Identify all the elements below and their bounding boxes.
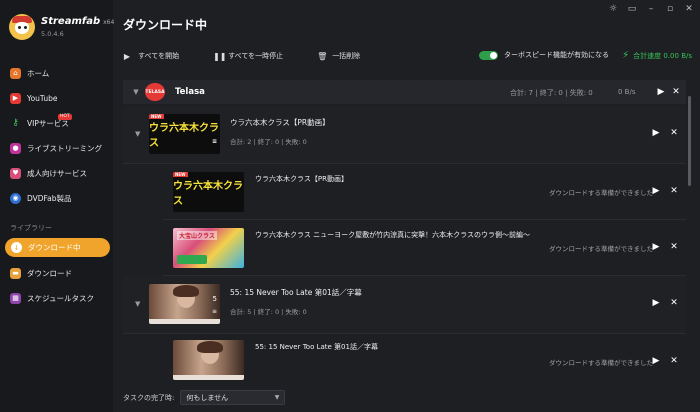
sidebar-item-adult[interactable]: ♥ 成人向けサービス bbox=[0, 162, 113, 184]
service-speed: 0 B/s bbox=[618, 88, 636, 96]
collapse-caret-icon[interactable]: ▼ bbox=[135, 130, 140, 138]
turbo-toggle[interactable] bbox=[479, 50, 498, 60]
list-item[interactable]: 55: 15 Never Too Late 第01話／字幕 ダウンロードする準備… bbox=[163, 334, 686, 386]
minimize-icon[interactable]: – bbox=[646, 4, 656, 14]
sidebar-item-live[interactable]: ● ライブストリーミング bbox=[0, 137, 113, 159]
group-row[interactable]: ▼ 5 ≡ 55: 15 Never Too Late 第01話／字幕 合計: … bbox=[123, 276, 686, 334]
pause-icon: ❚❚ bbox=[213, 51, 227, 61]
sidebar: Streamfab x64 5.0.4.6 ⌂ ホーム ▶ YouTube ⚷ V… bbox=[0, 0, 115, 412]
schedule-icon: ▦ bbox=[10, 292, 21, 304]
close-icon[interactable]: ✕ bbox=[669, 128, 679, 138]
maximize-icon[interactable]: ▫ bbox=[665, 4, 675, 14]
close-icon[interactable]: ✕ bbox=[669, 186, 679, 196]
service-name: Telasa bbox=[175, 87, 205, 97]
library-section-label: ライブラリー bbox=[10, 224, 52, 232]
close-window-icon[interactable]: ✕ bbox=[684, 4, 694, 14]
sidebar-item-schedule[interactable]: ▦ スケジュールタスク bbox=[0, 287, 113, 309]
start-all-button[interactable]: ▶ すべてを開始 bbox=[123, 51, 179, 61]
close-icon[interactable]: ✕ bbox=[669, 242, 679, 252]
item-title: ウラ六本木クラス【PR動画】 bbox=[255, 175, 348, 183]
group-thumbnail: NEW ウラ六本木クラス ≡ bbox=[149, 114, 220, 154]
footer: タスクの完了時: 何もしません ▼ bbox=[123, 389, 286, 406]
collapse-caret-icon[interactable]: ▼ bbox=[135, 300, 140, 308]
turbo-speed: ターボスピード機能が有効になる bbox=[479, 50, 609, 60]
play-icon: ▶ bbox=[123, 51, 131, 61]
service-row[interactable]: ▼ TELASA Telasa 合計: 7 | 終了: 0 | 失敗: 0 0 … bbox=[123, 80, 686, 104]
key-icon: ⚷ bbox=[12, 118, 19, 128]
hot-badge: HOT bbox=[58, 114, 72, 120]
toolbar: ▶ すべてを開始 ❚❚ すべてを一時停止 🗑 一括削除 ターボスピード機能が有効… bbox=[123, 47, 695, 65]
item-status: ダウンロードする準備ができました bbox=[549, 189, 653, 197]
play-icon[interactable]: ▶ bbox=[651, 298, 661, 308]
close-icon[interactable]: ✕ bbox=[669, 356, 679, 366]
item-status: ダウンロードする準備ができました bbox=[549, 245, 653, 253]
group-title: 55: 15 Never Too Late 第01話／字幕 bbox=[230, 288, 362, 297]
item-title: 55: 15 Never Too Late 第01話／字幕 bbox=[255, 343, 378, 351]
item-thumbnail: 大宝山クラス bbox=[173, 228, 244, 268]
list-icon: ≡ bbox=[211, 308, 217, 315]
close-icon[interactable]: ✕ bbox=[669, 298, 679, 308]
item-thumbnail: NEW ウラ六本木クラス bbox=[173, 172, 244, 212]
app-version: 5.0.4.6 bbox=[41, 30, 64, 38]
pause-all-button[interactable]: ❚❚ すべてを一時停止 bbox=[213, 51, 283, 61]
group-thumbnail: 5 ≡ bbox=[149, 284, 220, 324]
scrollbar[interactable] bbox=[688, 96, 691, 186]
window-controls: ☼ ▭ – ▫ ✕ bbox=[608, 4, 694, 14]
list-item[interactable]: NEW ウラ六本木クラス ウラ六本木クラス【PR動画】 ダウンロードする準備がで… bbox=[163, 164, 686, 220]
sidebar-item-home[interactable]: ⌂ ホーム bbox=[0, 62, 113, 84]
episode-count: 5 bbox=[212, 295, 217, 303]
telasa-logo: TELASA bbox=[145, 83, 165, 101]
live-icon: ● bbox=[10, 142, 21, 154]
youtube-icon: ▶ bbox=[10, 92, 21, 104]
play-icon[interactable]: ▶ bbox=[651, 128, 661, 138]
sidebar-item-youtube[interactable]: ▶ YouTube bbox=[0, 87, 113, 109]
sidebar-item-downloading[interactable]: ↓ ダウンロード中 bbox=[5, 238, 110, 257]
trash-icon: 🗑 bbox=[317, 51, 328, 61]
item-thumbnail bbox=[173, 340, 244, 380]
sidebar-item-downloaded[interactable]: ▬ ダウンロード bbox=[0, 262, 113, 284]
theme-icon[interactable]: ☼ bbox=[608, 4, 618, 14]
play-icon[interactable]: ▶ bbox=[651, 242, 661, 252]
list-icon: ≡ bbox=[211, 138, 217, 145]
group-stats: 合計: 5 | 終了: 0 | 失敗: 0 bbox=[230, 308, 307, 316]
group-title: ウラ六本木クラス【PR動画】 bbox=[230, 118, 330, 127]
page-title: ダウンロード中 bbox=[123, 18, 208, 32]
on-complete-select[interactable]: 何もしません ▼ bbox=[180, 390, 286, 405]
download-icon: ↓ bbox=[11, 242, 22, 253]
collapse-caret-icon[interactable]: ▼ bbox=[131, 88, 141, 96]
list-item[interactable]: 大宝山クラス ウラ六本木クラス ニューヨーク屋敷が竹内涼真に突撃！六本木クラスの… bbox=[163, 220, 686, 276]
dvdfab-icon: ◉ bbox=[10, 192, 21, 204]
streamfab-logo bbox=[9, 14, 35, 40]
group-row[interactable]: ▼ NEW ウラ六本木クラス ≡ ウラ六本木クラス【PR動画】 合計: 2 | … bbox=[123, 106, 686, 164]
play-icon[interactable]: ▶ bbox=[651, 186, 661, 196]
folder-icon: ▬ bbox=[10, 267, 21, 279]
bolt-icon: ⚡ bbox=[622, 50, 630, 61]
close-icon[interactable]: ✕ bbox=[671, 87, 681, 97]
play-icon[interactable]: ▶ bbox=[656, 87, 666, 97]
item-title: ウラ六本木クラス ニューヨーク屋敷が竹内涼真に突撃！六本木クラスのウラ側～前編～ bbox=[255, 231, 530, 239]
total-speed: ⚡ 合計速度 0.00 B/s bbox=[622, 50, 692, 61]
service-stats: 合計: 7 | 終了: 0 | 失敗: 0 bbox=[510, 89, 593, 97]
chevron-down-icon: ▼ bbox=[274, 394, 280, 401]
download-list: ▼ TELASA Telasa 合計: 7 | 終了: 0 | 失敗: 0 0 … bbox=[123, 80, 686, 386]
group-stats: 合計: 2 | 終了: 0 | 失敗: 0 bbox=[230, 138, 307, 146]
adult-icon: ♥ bbox=[10, 167, 21, 179]
delete-all-button[interactable]: 🗑 一括削除 bbox=[317, 51, 360, 61]
sidebar-item-vip[interactable]: ⚷ VIPサービス HOT bbox=[0, 112, 113, 134]
play-icon[interactable]: ▶ bbox=[651, 356, 661, 366]
home-icon: ⌂ bbox=[10, 67, 21, 79]
screen-icon[interactable]: ▭ bbox=[627, 4, 637, 14]
on-complete-label: タスクの完了時: bbox=[123, 393, 175, 402]
item-status: ダウンロードする準備ができました bbox=[549, 359, 653, 367]
sidebar-item-dvdfab[interactable]: ◉ DVDFab製品 bbox=[0, 187, 113, 209]
app-name: Streamfab x64 bbox=[41, 16, 115, 27]
